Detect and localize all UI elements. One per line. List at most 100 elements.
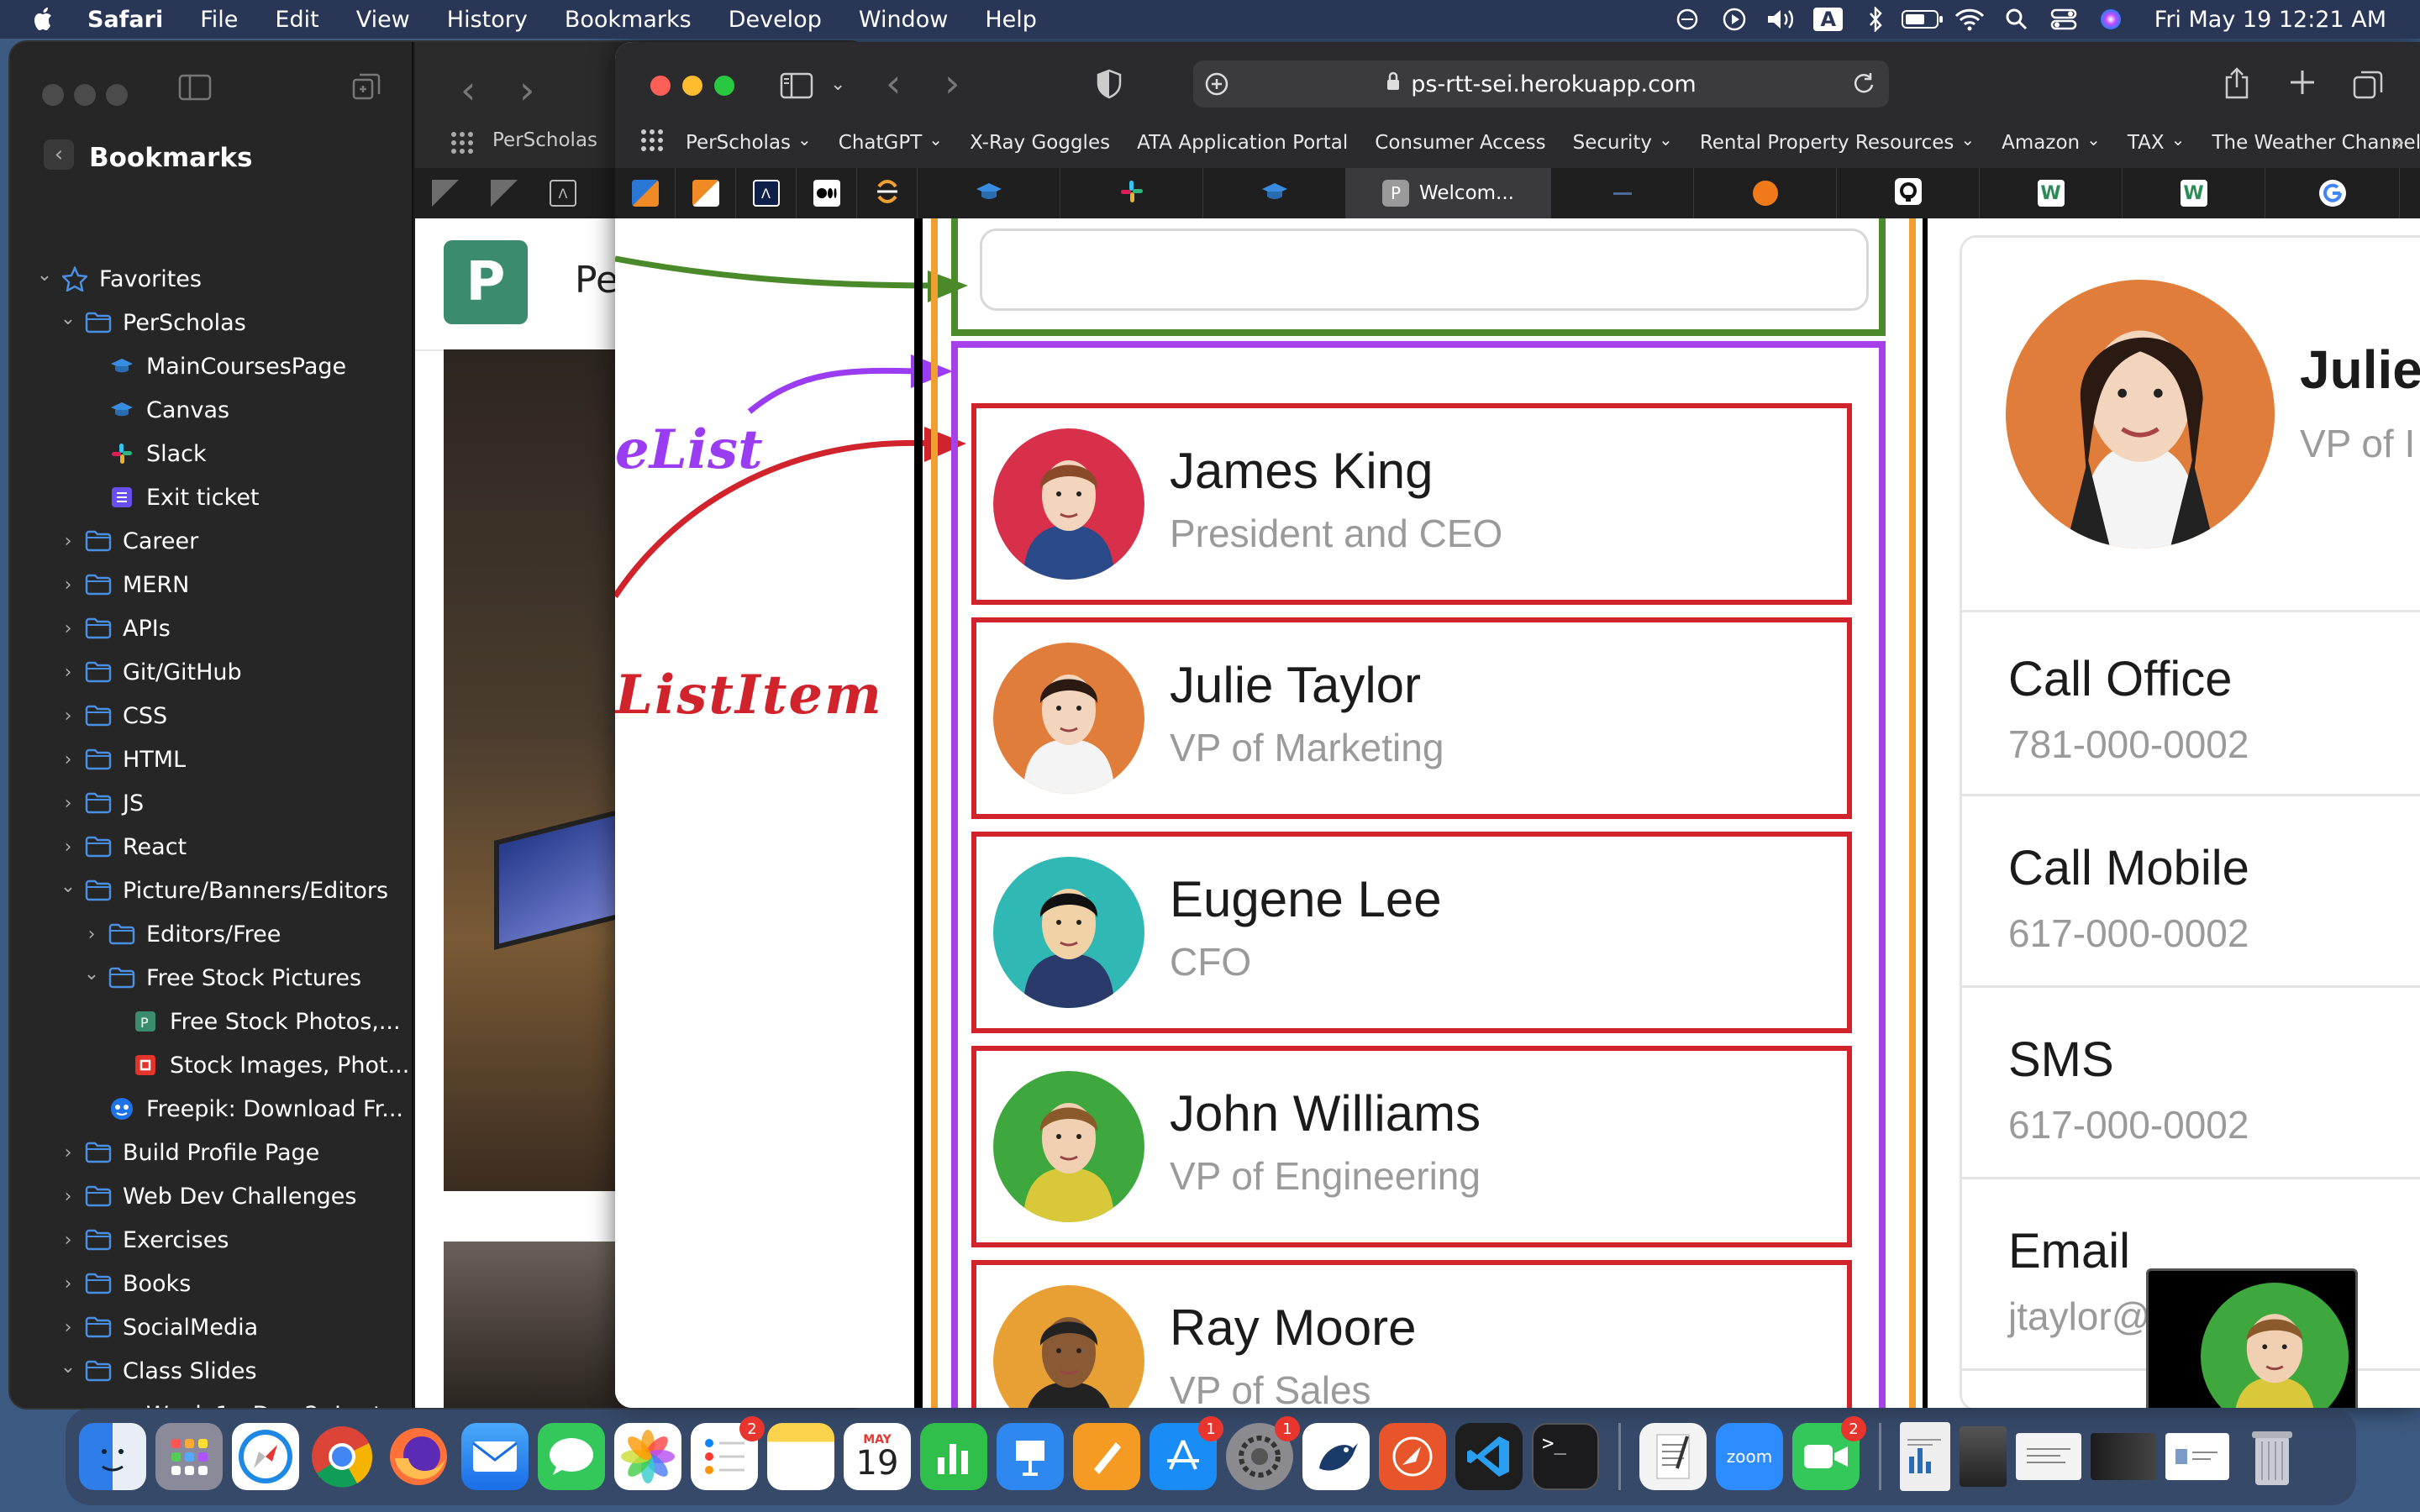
back-nav-icon[interactable]: ‹	[460, 67, 476, 113]
chevron-right-icon[interactable]: ›	[59, 618, 77, 639]
close-window-button[interactable]	[650, 76, 671, 96]
tab[interactable]	[797, 168, 857, 218]
tab-favicon-icon[interactable]	[432, 180, 459, 207]
bookmark-item[interactable]: MainCoursesPage	[10, 344, 413, 388]
bookmark-item[interactable]: Week 1 - Day 2- Lect...	[10, 1393, 413, 1409]
minimized-window-thumbnail[interactable]	[1960, 1426, 2007, 1487]
employee-list-item[interactable]: James King President and CEO	[971, 403, 1852, 605]
bookmark-item[interactable]: › React	[10, 825, 413, 869]
minimized-window-thumbnail[interactable]	[2165, 1433, 2229, 1480]
url-text[interactable]: ps-rtt-sei.herokuapp.com	[1411, 71, 1696, 97]
favorite-item[interactable]: Security ⌄	[1573, 129, 1673, 154]
chevron-right-icon[interactable]: ›	[59, 1142, 77, 1163]
tab[interactable]	[1837, 168, 1980, 218]
bluetooth-icon[interactable]	[1852, 0, 1899, 39]
spotlight-search-icon[interactable]	[1993, 0, 2040, 39]
chevron-right-icon[interactable]: ›	[59, 793, 77, 814]
sidebar-toggle-icon[interactable]	[178, 74, 212, 104]
chevron-right-icon[interactable]: ›	[59, 662, 77, 683]
chevron-right-icon[interactable]: ›	[59, 531, 77, 552]
zoom-window-button[interactable]	[714, 76, 734, 96]
bookmark-item[interactable]: Stock Images, Phot...	[10, 1043, 413, 1087]
menu-edit[interactable]: Edit	[275, 7, 318, 33]
favorite-item[interactable]: PerScholas ⌄	[686, 129, 812, 154]
firefox-icon[interactable]	[385, 1423, 452, 1490]
favorite-item[interactable]: ATA Application Portal	[1137, 132, 1348, 154]
bookmark-item[interactable]: ⌄ Favorites	[10, 257, 413, 301]
chrome-icon[interactable]	[308, 1423, 376, 1490]
bookmark-item[interactable]: Canvas	[10, 388, 413, 432]
chevron-down-icon[interactable]: ⌄	[59, 876, 77, 897]
siri-icon[interactable]	[2087, 0, 2134, 39]
share-icon[interactable]	[2223, 67, 2250, 102]
tab[interactable]	[1551, 168, 1694, 218]
bookmark-item[interactable]: › APIs	[10, 606, 413, 650]
minimized-window-thumbnail[interactable]	[2091, 1433, 2156, 1480]
textedit-icon[interactable]	[1639, 1423, 1707, 1490]
menu-app-name[interactable]: Safari	[87, 7, 163, 33]
search-input[interactable]	[980, 228, 1869, 311]
tab[interactable]	[1694, 168, 1837, 218]
menu-help[interactable]: Help	[985, 7, 1037, 33]
minimize-window-button[interactable]	[74, 84, 96, 106]
site-logo[interactable]: P	[444, 240, 528, 324]
address-bar[interactable]: ps-rtt-sei.herokuapp.com	[1193, 60, 1889, 108]
safari-icon[interactable]	[232, 1423, 299, 1490]
chevron-right-icon[interactable]: ›	[59, 1273, 77, 1294]
launchpad-icon[interactable]	[155, 1423, 223, 1490]
employee-list-item[interactable]: Julie Taylor VP of Marketing	[971, 617, 1852, 819]
detail-action-row[interactable]: Call Mobile 617-000-0002	[1961, 801, 2420, 988]
bookmark-item[interactable]: › CSS	[10, 694, 413, 738]
chevron-down-icon[interactable]: ⌄	[59, 1357, 77, 1378]
employee-list-item[interactable]: Eugene Lee CFO	[971, 832, 1852, 1033]
bookmark-item[interactable]: › Career	[10, 519, 413, 563]
favorite-item[interactable]: ChatGPT ⌄	[839, 129, 943, 154]
back-favbar-perscholas[interactable]: PerScholas	[492, 129, 597, 151]
photos-icon[interactable]	[614, 1423, 681, 1490]
chevron-right-icon[interactable]: ›	[59, 837, 77, 858]
chevron-down-icon[interactable]: ⌄	[59, 308, 77, 329]
chevron-right-icon[interactable]: ›	[59, 706, 77, 727]
apps-grid-icon[interactable]	[640, 129, 664, 157]
numbers-icon[interactable]	[920, 1423, 987, 1490]
chevron-right-icon[interactable]: ›	[82, 924, 101, 945]
bookmark-item[interactable]: ⌄ Class Slides	[10, 1349, 413, 1393]
menu-bookmarks[interactable]: Bookmarks	[565, 7, 692, 33]
menu-file[interactable]: File	[200, 7, 238, 33]
tab[interactable]	[615, 168, 676, 218]
back-nav-icon[interactable]: ‹	[886, 60, 901, 106]
privacy-shield-icon[interactable]	[1096, 69, 1123, 102]
chevron-down-icon[interactable]: ⌄	[35, 265, 54, 286]
play-status-icon[interactable]	[1711, 0, 1758, 39]
app-store-icon[interactable]: 1	[1150, 1416, 1223, 1490]
bookmark-item[interactable]: ⌄ PerScholas	[10, 301, 413, 344]
tab[interactable]	[918, 168, 1060, 218]
favorite-item[interactable]: TAX ⌄	[2128, 129, 2186, 154]
tab[interactable]	[676, 168, 736, 218]
minimized-window-thumbnail[interactable]	[2016, 1433, 2081, 1480]
bookmark-item[interactable]: Exit ticket	[10, 475, 413, 519]
close-window-button[interactable]	[42, 84, 64, 106]
forward-nav-icon[interactable]: ›	[519, 67, 534, 113]
sidebar-toggle-icon[interactable]	[780, 72, 813, 102]
input-source-icon[interactable]: A	[1805, 0, 1852, 39]
tab[interactable]: W	[2123, 168, 2265, 218]
control-center-icon[interactable]	[2040, 0, 2087, 39]
menu-clock[interactable]: Fri May 19 12:21 AM	[2154, 7, 2386, 33]
postman-icon[interactable]	[1379, 1423, 1446, 1490]
menu-view[interactable]: View	[356, 7, 410, 33]
reload-icon[interactable]	[1852, 71, 1876, 102]
tab[interactable]	[1060, 168, 1203, 218]
apple-menu-icon[interactable]	[32, 6, 57, 33]
terminal-icon[interactable]: >_	[1532, 1423, 1599, 1490]
zoom-icon[interactable]: zoom	[1716, 1423, 1783, 1490]
tab-favicon-icon[interactable]	[491, 180, 518, 207]
system-settings-icon[interactable]: 1	[1226, 1416, 1300, 1490]
menu-history[interactable]: History	[447, 7, 528, 33]
reader-extension-icon[interactable]	[1203, 71, 1230, 103]
chevron-right-icon[interactable]: ›	[59, 1230, 77, 1251]
bookmark-item[interactable]: P Free Stock Photos,...	[10, 1000, 413, 1043]
favorite-item[interactable]: Rental Property Resources ⌄	[1700, 129, 1975, 154]
bookmark-item[interactable]: › SocialMedia	[10, 1305, 413, 1349]
tab-overview-icon[interactable]	[2353, 69, 2383, 102]
